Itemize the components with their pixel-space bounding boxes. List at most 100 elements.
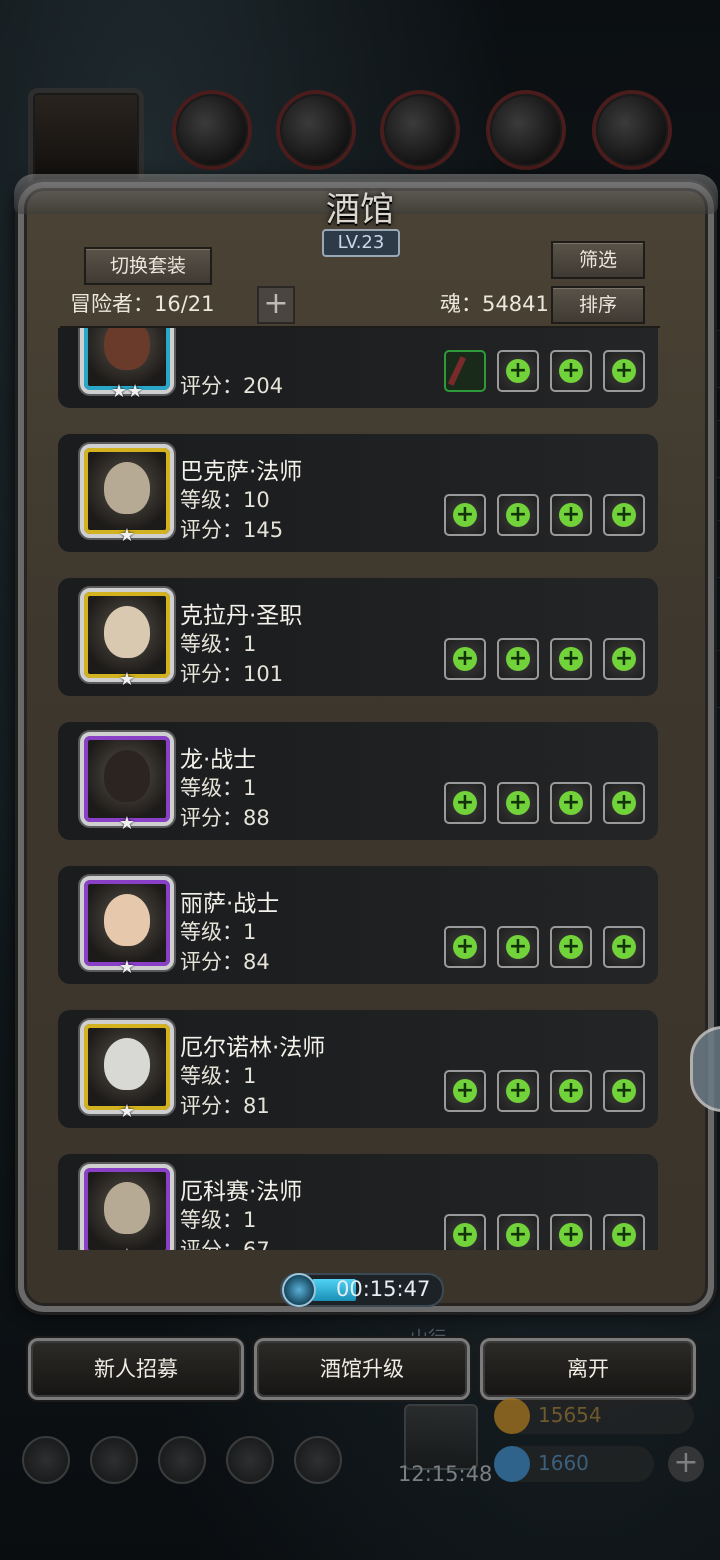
add-equipment-icon: + [506, 359, 530, 383]
achievement-icon[interactable] [90, 1436, 138, 1484]
add-equipment-icon: + [559, 935, 583, 959]
leave-button[interactable]: 离开 [480, 1338, 696, 1400]
mail-icon[interactable] [226, 1436, 274, 1484]
ranking-icon[interactable] [158, 1436, 206, 1484]
add-equipment-icon: + [506, 791, 530, 815]
hero-face [104, 1182, 150, 1234]
gift-chest-icon[interactable] [404, 1404, 478, 1470]
weapon-slot[interactable]: + [444, 1070, 486, 1112]
ring-slot[interactable]: + [603, 350, 645, 392]
panel-title: 酒馆 [326, 190, 394, 230]
hero-name: 克拉丹·圣职 [180, 603, 303, 629]
hero-portrait[interactable]: ★ [80, 588, 174, 690]
accessory-slot[interactable]: + [550, 350, 592, 392]
adventurer-count: 冒险者：16/21 [70, 292, 215, 316]
accessory-slot[interactable]: + [550, 1070, 592, 1112]
hero-score: 评分：84 [180, 950, 270, 974]
add-equipment-icon: + [453, 1079, 477, 1103]
filter-button[interactable]: 筛选 [551, 241, 645, 279]
weapon-slot[interactable]: + [444, 638, 486, 680]
star-rating: ★ [118, 669, 136, 690]
ring-slot[interactable]: + [603, 1214, 645, 1250]
hero-portrait[interactable]: ★ [80, 876, 174, 978]
hero-level: 等级：1 [180, 776, 257, 800]
armor-slot[interactable]: + [497, 782, 539, 824]
hero-score: 评分：204 [180, 374, 284, 398]
share-icon[interactable] [294, 1436, 342, 1484]
upgrade-tavern-button[interactable]: 酒馆升级 [254, 1338, 470, 1400]
ring-slot[interactable]: + [603, 782, 645, 824]
hero-name: 丽萨·战士 [180, 891, 280, 917]
armor-slot[interactable]: + [497, 1214, 539, 1250]
hero-card[interactable]: ★ 丽萨·战士 等级：1 评分：84 + + + + [58, 866, 658, 984]
add-adventurer-slot-button[interactable]: + [257, 286, 295, 324]
weapon-slot[interactable]: + [444, 782, 486, 824]
recruit-timer: 00:15:47 [280, 1273, 444, 1307]
weapon-slot[interactable] [444, 350, 486, 392]
ring-slot[interactable]: + [603, 494, 645, 536]
hero-score: 评分：81 [180, 1094, 270, 1118]
armor-slot[interactable]: + [497, 494, 539, 536]
hero-portrait[interactable]: ★ [80, 732, 174, 834]
hero-portrait[interactable]: ★ [80, 1020, 174, 1122]
hero-card[interactable]: ★ 龙·战士 等级：1 评分：88 + + + + [58, 722, 658, 840]
add-equipment-icon: + [506, 647, 530, 671]
add-equipment-icon: + [506, 1223, 530, 1247]
add-equipment-icon: + [559, 359, 583, 383]
armor-slot[interactable]: + [497, 1070, 539, 1112]
hero-level: 等级：1 [180, 632, 257, 656]
hero-card[interactable]: ★ 厄科赛·法师等级：1 评分：67 + + + + [58, 1154, 658, 1250]
ring-slot[interactable]: + [603, 926, 645, 968]
armor-slot[interactable]: + [497, 926, 539, 968]
hero-portrait[interactable]: ★ [80, 1164, 174, 1250]
accessory-slot[interactable]: + [550, 638, 592, 680]
hero-face [104, 328, 150, 370]
category-tab-gem[interactable] [486, 90, 566, 170]
hero-name: 厄科赛·法师 [180, 1179, 303, 1205]
ring-slot[interactable]: + [603, 638, 645, 680]
add-equipment-icon: + [453, 935, 477, 959]
armor-slot[interactable]: + [497, 638, 539, 680]
settings-icon[interactable] [22, 1436, 70, 1484]
hero-score: 评分：145 [180, 518, 284, 542]
sort-button[interactable]: 排序 [551, 286, 645, 324]
accessory-slot[interactable]: + [550, 782, 592, 824]
category-tabs [0, 80, 720, 194]
gold-icon [494, 1398, 530, 1434]
hero-portrait[interactable]: ★ [80, 444, 174, 546]
category-tab-armor[interactable] [276, 90, 356, 170]
add-equipment-icon: + [612, 359, 636, 383]
category-tab-boots[interactable] [592, 90, 672, 170]
soul-count: 魂：54841 [440, 292, 549, 316]
accessory-slot[interactable]: + [550, 1214, 592, 1250]
accessory-slot[interactable]: + [550, 494, 592, 536]
hero-card[interactable]: ★ 克拉丹·圣职 等级：1 评分：101 + + + + [58, 578, 658, 696]
add-gems-button[interactable]: + [668, 1446, 704, 1482]
weapon-slot[interactable]: + [444, 926, 486, 968]
armor-slot[interactable]: + [497, 350, 539, 392]
hero-face [104, 894, 150, 946]
hero-card[interactable]: ★★ 评分：204 + + + [58, 328, 658, 408]
hero-level: 等级：1 [180, 1208, 257, 1232]
hero-card[interactable]: ★ 巴克萨·法师 等级：10 评分：145 + + + + [58, 434, 658, 552]
hero-card[interactable]: ★ 厄尔诺林·法师 等级：1 评分：81 + + + + [58, 1010, 658, 1128]
recruit-button[interactable]: 新人招募 [28, 1338, 244, 1400]
ring-slot[interactable]: + [603, 1070, 645, 1112]
hero-portrait[interactable]: ★★ [80, 328, 174, 402]
add-equipment-icon: + [612, 791, 636, 815]
add-equipment-icon: + [612, 1223, 636, 1247]
weapon-slot[interactable]: + [444, 494, 486, 536]
add-equipment-icon: + [453, 791, 477, 815]
add-equipment-icon: + [612, 935, 636, 959]
accessory-slot[interactable]: + [550, 926, 592, 968]
switch-outfit-button[interactable]: 切换套装 [84, 247, 212, 285]
category-tab-shoulder[interactable] [172, 90, 252, 170]
hero-name: 厄尔诺林·法师 [180, 1035, 326, 1061]
hero-score: 评分：88 [180, 806, 270, 830]
add-equipment-icon: + [559, 1223, 583, 1247]
equipped-weapon-icon [447, 356, 467, 386]
add-equipment-icon: + [453, 1223, 477, 1247]
hero-list[interactable]: ★★ 评分：204 + + + ★ 巴克萨·法师 等级：10 评分：145 + + + + ★ 克拉丹·圣职… [58, 328, 658, 1250]
weapon-slot[interactable]: + [444, 1214, 486, 1250]
category-tab-belt[interactable] [380, 90, 460, 170]
